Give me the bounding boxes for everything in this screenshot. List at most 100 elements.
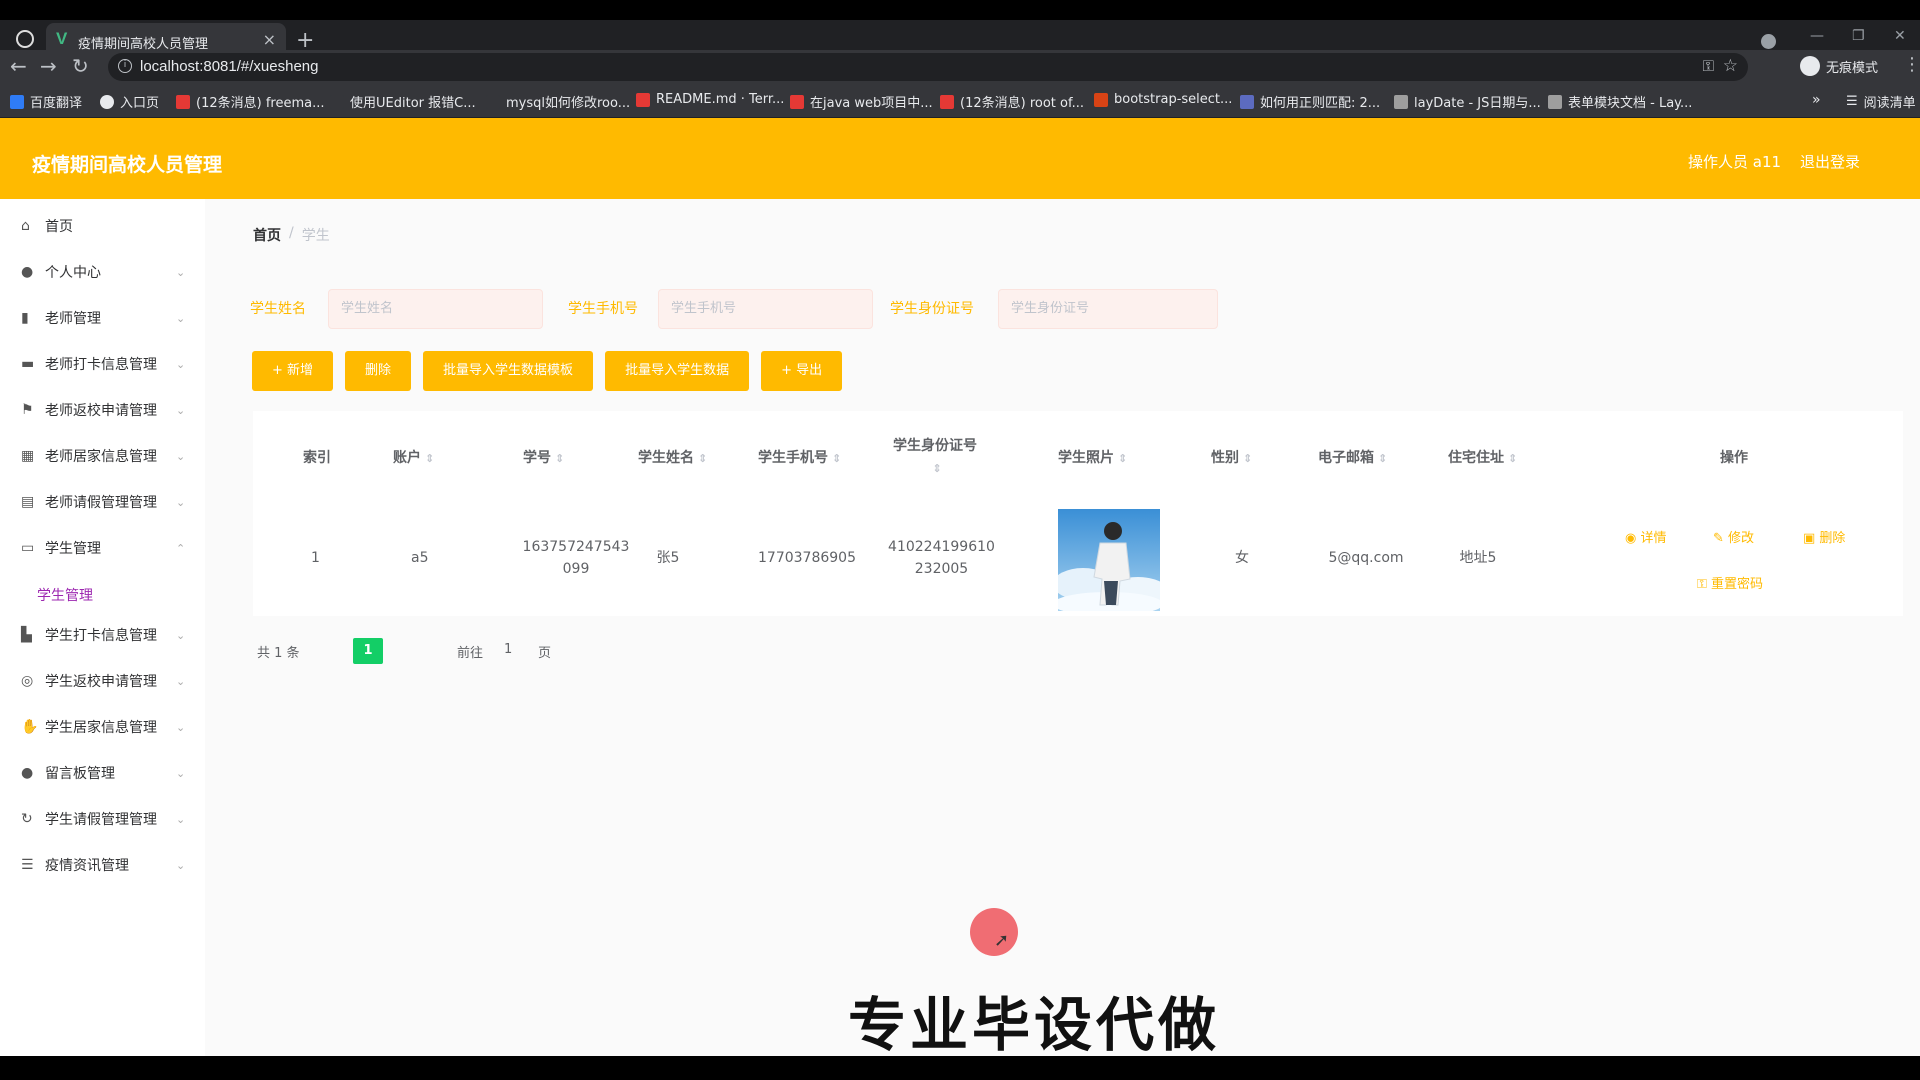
col-header[interactable]: 性别 ⇕ bbox=[1211, 447, 1252, 467]
minimize-icon[interactable]: — bbox=[1810, 28, 1824, 44]
logout-link[interactable]: 退出登录 bbox=[1800, 151, 1860, 172]
window-close-icon[interactable]: ✕ bbox=[1894, 28, 1906, 44]
col-header[interactable]: 学号 ⇕ bbox=[523, 447, 564, 467]
col-header-label: 学生身份证号 bbox=[893, 438, 977, 454]
import-template-button[interactable]: 批量导入学生数据模板 bbox=[423, 351, 594, 391]
sidebar-item-teachers[interactable]: ▮ 老师管理 ⌄ bbox=[0, 298, 205, 338]
sidebar-item-personal[interactable]: ● 个人中心 ⌄ bbox=[0, 252, 205, 292]
bookmark-item[interactable]: 百度翻译 bbox=[10, 92, 82, 111]
col-header-label: 性别 bbox=[1211, 450, 1239, 466]
sidebar-item-teacher-return[interactable]: ⚑ 老师返校申请管理 ⌄ bbox=[0, 390, 205, 430]
col-header[interactable]: 电子邮箱 ⇕ bbox=[1318, 447, 1387, 467]
sidebar-item-label: 学生居家信息管理 bbox=[45, 720, 157, 736]
bookmark-star-icon[interactable]: ☆ bbox=[1723, 56, 1738, 76]
sidebar-item-student-home[interactable]: ✋ 学生居家信息管理 ⌄ bbox=[0, 707, 205, 747]
col-header[interactable]: 学生照片 ⇕ bbox=[1058, 447, 1127, 467]
cell-address: 地址5 bbox=[1459, 550, 1497, 566]
site-info-icon[interactable]: i bbox=[118, 59, 132, 73]
sidebar-item-teacher-leave[interactable]: ▤ 老师请假管理管理 ⌄ bbox=[0, 482, 205, 522]
bookmark-item[interactable]: 在java web项目中... bbox=[790, 92, 933, 111]
document-icon: ▤ bbox=[21, 494, 35, 510]
screen-bottom-bar bbox=[0, 1056, 1920, 1080]
bookmark-item[interactable]: layDate - JS日期与... bbox=[1394, 92, 1541, 111]
sort-icon[interactable]: ⇕ bbox=[698, 452, 707, 465]
col-header[interactable]: 学生姓名 ⇕ bbox=[638, 447, 707, 467]
edit-link[interactable]: ✎ 修改 bbox=[1713, 527, 1754, 546]
sort-icon[interactable]: ⇕ bbox=[832, 452, 841, 465]
chevron-down-icon: ⌄ bbox=[176, 357, 186, 371]
bookmark-item[interactable]: README.md · Terr... bbox=[636, 92, 784, 107]
student-idcard-input[interactable]: 学生身份证号 bbox=[998, 289, 1218, 329]
sidebar-item-label: 老师居家信息管理 bbox=[45, 449, 157, 465]
sort-icon[interactable]: ⇕ bbox=[932, 462, 941, 475]
mouse-cursor-icon: ➚ bbox=[994, 930, 1010, 951]
student-photo-image bbox=[1058, 509, 1160, 611]
sort-icon[interactable]: ⇕ bbox=[1118, 452, 1127, 465]
app-header: 疫情期间高校人员管理 操作人员 a11 退出登录 bbox=[0, 118, 1920, 199]
student-photo bbox=[1058, 509, 1160, 611]
col-header[interactable]: 学生身份证号 ⇕ bbox=[893, 435, 977, 480]
bookmark-item[interactable]: 表单模块文档 - Lay... bbox=[1548, 92, 1692, 111]
student-phone-input[interactable]: 学生手机号 bbox=[658, 289, 873, 329]
sort-icon[interactable]: ⇕ bbox=[425, 452, 434, 465]
bookmark-item[interactable]: mysql如何修改roo... bbox=[486, 92, 630, 111]
reading-list-icon: ☰ bbox=[1846, 94, 1858, 109]
sidebar-item-home[interactable]: ⌂ 首页 bbox=[0, 206, 205, 246]
bookmark-icon bbox=[790, 94, 804, 109]
col-header[interactable]: 学生手机号 ⇕ bbox=[758, 447, 841, 467]
col-header[interactable]: 账户 ⇕ bbox=[393, 447, 434, 467]
bookmark-item[interactable]: (12条消息) root of... bbox=[940, 92, 1084, 111]
reset-password-link[interactable]: ⚿ 重置密码 bbox=[1697, 573, 1763, 592]
bookmarks-more-icon[interactable]: » bbox=[1812, 92, 1821, 108]
app-title: 疫情期间高校人员管理 bbox=[32, 154, 223, 176]
reading-list[interactable]: ☰ 阅读清单 bbox=[1846, 92, 1916, 111]
sort-icon[interactable]: ⇕ bbox=[1508, 452, 1517, 465]
detail-link[interactable]: ◉ 详情 bbox=[1625, 527, 1667, 546]
pagination-page-current[interactable]: 1 bbox=[353, 638, 383, 664]
back-icon[interactable]: ← bbox=[10, 54, 27, 78]
bookmark-item[interactable]: (12条消息) freema... bbox=[176, 92, 324, 111]
bookmark-item[interactable]: 入口页 bbox=[100, 92, 159, 111]
chevron-down-icon: ⌄ bbox=[176, 812, 186, 826]
cell-student-no-line1: 163757247543 bbox=[522, 539, 630, 555]
col-header[interactable]: 住宅住址 ⇕ bbox=[1448, 447, 1517, 467]
reload-icon[interactable]: ↻ bbox=[72, 54, 89, 78]
cell-student-no: 163757247543 099 bbox=[501, 536, 651, 580]
add-button[interactable]: + 新增 bbox=[252, 351, 334, 391]
bookmark-icon bbox=[940, 94, 954, 109]
sort-icon[interactable]: ⇕ bbox=[1243, 452, 1252, 465]
forward-icon[interactable]: → bbox=[40, 54, 57, 78]
browser-menu-icon[interactable]: ⋮ bbox=[1903, 54, 1920, 75]
sidebar-item-messages[interactable]: ● 留言板管理 ⌄ bbox=[0, 753, 205, 793]
sidebar-item-news[interactable]: ☰ 疫情资讯管理 ⌄ bbox=[0, 845, 205, 885]
bookmark-item[interactable]: 如何用正则匹配: 2... bbox=[1240, 92, 1380, 111]
batch-import-button[interactable]: 批量导入学生数据 bbox=[605, 351, 750, 391]
delete-button[interactable]: 删除 bbox=[345, 351, 412, 391]
sidebar-item-student-leave[interactable]: ↻ 学生请假管理管理 ⌄ bbox=[0, 799, 205, 839]
pagination-goto-input[interactable]: 1 bbox=[504, 642, 512, 657]
list-icon: ☰ bbox=[21, 857, 34, 873]
student-name-input[interactable]: 学生姓名 bbox=[328, 289, 543, 329]
sidebar-item-teacher-home[interactable]: ▦ 老师居家信息管理 ⌄ bbox=[0, 436, 205, 476]
sidebar-item-student-checkin[interactable]: ▙ 学生打卡信息管理 ⌄ bbox=[0, 615, 205, 655]
tab-search-icon[interactable] bbox=[1761, 34, 1776, 49]
submenu-item-student-management[interactable]: 学生管理 bbox=[37, 585, 93, 605]
address-bar[interactable]: i localhost:8081/#/xuesheng ⚿ ☆ bbox=[108, 53, 1748, 81]
sidebar-item-teacher-checkin[interactable]: ▬ 老师打卡信息管理 ⌄ bbox=[0, 344, 205, 384]
export-button[interactable]: + 导出 bbox=[761, 351, 843, 391]
restore-icon[interactable]: ❐ bbox=[1852, 28, 1865, 44]
tab-close-icon[interactable]: × bbox=[263, 30, 276, 49]
sort-icon[interactable]: ⇕ bbox=[555, 452, 564, 465]
bookmark-item[interactable]: bootstrap-select... bbox=[1094, 92, 1232, 107]
browser-toolbar: ← → ↻ i localhost:8081/#/xuesheng ⚿ ☆ 无痕… bbox=[0, 50, 1920, 86]
sidebar-item-students[interactable]: ▭ 学生管理 ⌃ bbox=[0, 528, 205, 568]
sort-icon[interactable]: ⇕ bbox=[1378, 452, 1387, 465]
breadcrumb-home[interactable]: 首页 bbox=[253, 225, 281, 245]
delete-link[interactable]: ▣ 删除 bbox=[1803, 527, 1845, 546]
password-key-icon[interactable]: ⚿ bbox=[1703, 57, 1714, 75]
sidebar-item-student-return[interactable]: ◎ 学生返校申请管理 ⌄ bbox=[0, 661, 205, 701]
bookmark-item[interactable]: 使用UEditor 报错C... bbox=[330, 92, 476, 111]
url-text[interactable]: localhost:8081/#/xuesheng bbox=[140, 58, 318, 75]
bookmark-label: 入口页 bbox=[120, 96, 160, 111]
incognito-indicator[interactable]: 无痕模式 bbox=[1800, 56, 1878, 76]
